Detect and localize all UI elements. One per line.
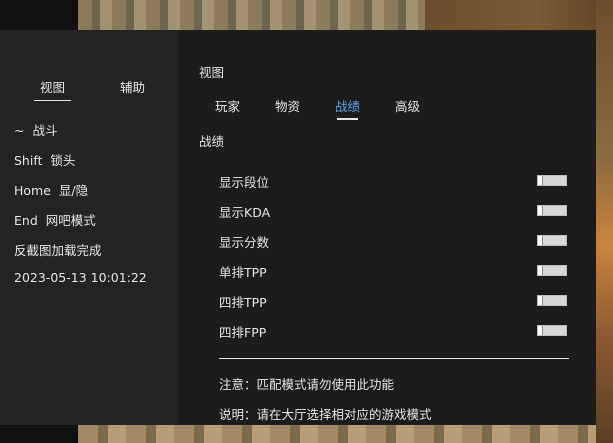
- option-show-score: 显示分数: [219, 232, 569, 250]
- option-show-rank: 显示段位: [219, 172, 569, 190]
- option-label: 显示KDA: [219, 205, 271, 220]
- tab-items[interactable]: 物资: [275, 96, 300, 115]
- option-label: 四排FPP: [219, 325, 267, 340]
- toggle-squad-tpp[interactable]: [537, 295, 567, 306]
- right-panel: 视图 玩家 物资 战绩 高级 战绩 显示段位 显示KDA 显示分数 单排TPP …: [178, 30, 596, 425]
- toggle-show-rank[interactable]: [537, 175, 567, 186]
- hotkey-key: Shift: [14, 153, 43, 168]
- toggle-knob: [538, 206, 543, 215]
- toggle-knob: [538, 296, 543, 305]
- category-tabs: 玩家 物资 战绩 高级: [178, 96, 596, 120]
- toggle-squad-fpp[interactable]: [537, 325, 567, 336]
- hotkey-lock-head: Shift 锁头: [14, 150, 75, 169]
- left-tabs: 视图 辅助: [0, 77, 178, 101]
- left-panel: 视图 辅助 ~ 战斗 Shift 锁头 Home 显/隐 End 网吧模式 反截图加载完…: [0, 30, 178, 425]
- toggle-knob: [538, 326, 543, 335]
- hotkey-key: ~: [14, 123, 25, 138]
- tab-assist[interactable]: 辅助: [120, 77, 145, 96]
- toggle-knob: [538, 236, 543, 245]
- option-label: 单排TPP: [219, 265, 267, 280]
- hotkey-action: 锁头: [50, 153, 76, 168]
- hotkey-combat: ~ 战斗: [14, 120, 58, 139]
- hotkey-cafe-mode: End 网吧模式: [14, 210, 96, 229]
- divider: [219, 358, 569, 359]
- toggle-show-kda[interactable]: [537, 205, 567, 216]
- option-show-kda: 显示KDA: [219, 202, 569, 220]
- tab-view[interactable]: 视图: [33, 77, 72, 101]
- warning-note: 注意：匹配模式请勿使用此功能: [219, 377, 395, 392]
- hotkey-toggle-visibility: Home 显/隐: [14, 180, 88, 199]
- tab-advanced[interactable]: 高级: [395, 96, 420, 115]
- background-top: [78, 0, 425, 30]
- toggle-knob: [538, 176, 543, 185]
- hotkey-action: 战斗: [32, 123, 58, 138]
- toggle-solo-tpp[interactable]: [537, 265, 567, 276]
- section-title: 战绩: [199, 134, 225, 149]
- option-label: 显示段位: [219, 175, 270, 190]
- option-squad-tpp: 四排TPP: [219, 292, 569, 310]
- hotkey-action: 网吧模式: [45, 213, 96, 228]
- explanation-note: 说明：请在大厅选择相对应的游戏模式: [219, 407, 432, 422]
- panel-title: 视图: [199, 65, 225, 80]
- background-bottom: [78, 425, 596, 443]
- hotkey-key: End: [14, 213, 38, 228]
- tab-players[interactable]: 玩家: [215, 96, 240, 115]
- hotkey-action: 显/隐: [58, 183, 89, 198]
- background-right: [596, 0, 613, 443]
- option-squad-fpp: 四排FPP: [219, 322, 569, 340]
- background-top-right: [425, 0, 613, 30]
- option-solo-tpp: 单排TPP: [219, 262, 569, 280]
- hotkey-key: Home: [14, 183, 51, 198]
- status-text: 反截图加载完成: [14, 243, 102, 258]
- option-label: 显示分数: [219, 235, 270, 250]
- datetime-text: 2023-05-13 10:01:22: [14, 270, 147, 285]
- toggle-show-score[interactable]: [537, 235, 567, 246]
- tab-stats[interactable]: 战绩: [335, 96, 360, 120]
- toggle-knob: [538, 266, 543, 275]
- option-label: 四排TPP: [219, 295, 267, 310]
